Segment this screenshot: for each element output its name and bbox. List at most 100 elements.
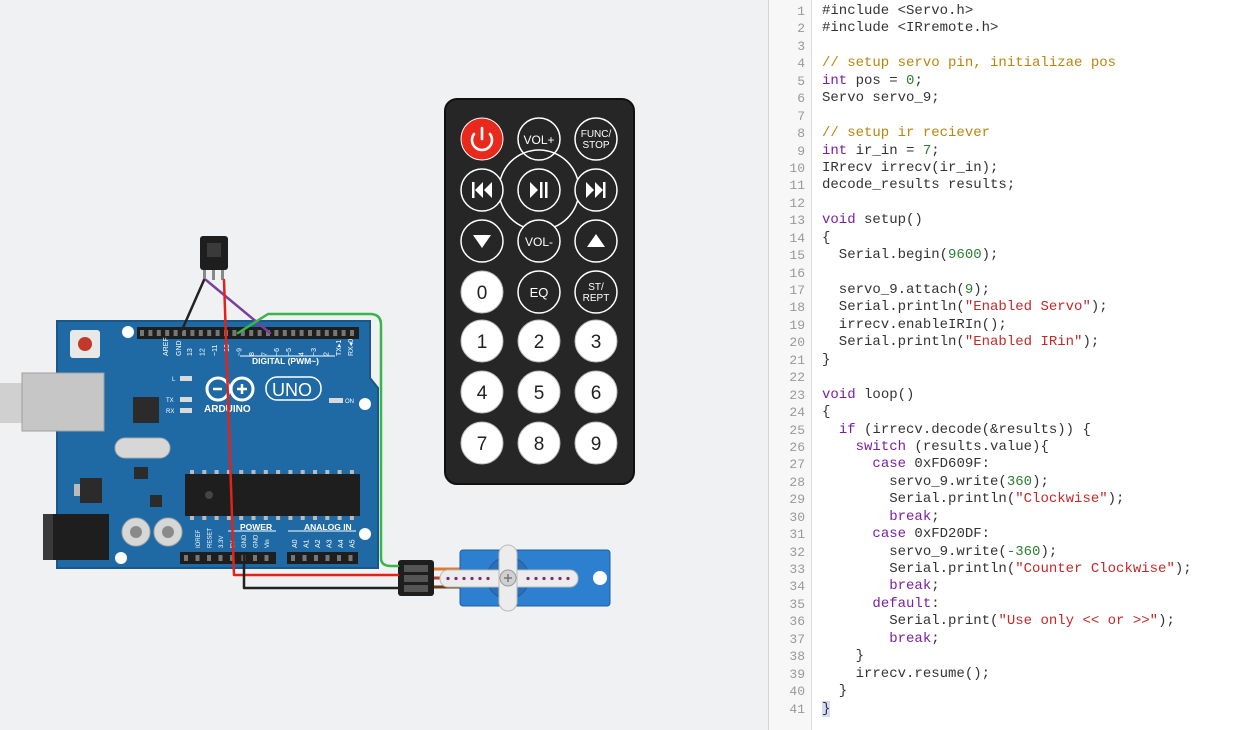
code-text[interactable]: if (irrecv.decode(&results)) { [822, 422, 1091, 439]
header-pin[interactable] [218, 555, 223, 561]
header-pin[interactable] [302, 555, 307, 561]
digit-buttons[interactable]: 1 2 3 4 5 6 7 8 9 [460, 319, 618, 465]
code-text[interactable]: int pos = 0; [822, 73, 923, 90]
code-text[interactable]: } [822, 700, 831, 718]
circuit-canvas[interactable]: AREF GND 13 12 ~11 ~10 ~9 8 7 ~6 ~5 4 ~3 2 TX▸1 RX◂0 … [0, 0, 768, 730]
code-line[interactable]: 15 Serial.begin(9600); [769, 247, 1238, 264]
code-line[interactable]: 23 void loop() [769, 387, 1238, 404]
header-pin[interactable] [291, 555, 295, 561]
code-text[interactable]: #include <Servo.h> [822, 3, 973, 20]
header-pin[interactable] [264, 555, 269, 561]
header-pin[interactable] [165, 330, 170, 336]
code-line[interactable]: 4 // setup servo pin, initializae pos [769, 55, 1238, 72]
ir-remote[interactable]: VOL+ FUNC/STOP VOL- 0 EQ ST/ REPT 1 2 34… [444, 98, 635, 485]
ir-receiver[interactable] [200, 236, 228, 280]
code-text[interactable]: break; [822, 509, 939, 526]
code-line[interactable]: 27 case 0xFD609F: [769, 456, 1238, 473]
code-line[interactable]: 12 [769, 195, 1238, 212]
code-line[interactable]: 18 Serial.println("Enabled Servo"); [769, 299, 1238, 316]
header-pin[interactable] [308, 330, 312, 336]
code-text[interactable]: int ir_in = 7; [822, 143, 940, 160]
header-pin[interactable] [314, 555, 318, 561]
code-text[interactable]: break; [822, 578, 939, 595]
header-pin[interactable] [325, 555, 330, 561]
header-pin[interactable] [257, 330, 262, 336]
header-pin[interactable] [316, 330, 321, 336]
code-line[interactable]: 3 [769, 38, 1238, 55]
code-text[interactable]: case 0xFD20DF: [822, 526, 990, 543]
code-text[interactable]: default: [822, 596, 939, 613]
header-pin[interactable] [350, 330, 354, 336]
code-text[interactable]: Serial.begin(9600); [822, 247, 999, 264]
header-pin[interactable] [253, 555, 257, 561]
code-line[interactable]: 9 int ir_in = 7; [769, 143, 1238, 160]
code-text[interactable]: Servo servo_9; [822, 90, 940, 107]
code-line[interactable]: 30 break; [769, 509, 1238, 526]
code-text[interactable]: Serial.println("Clockwise"); [822, 491, 1124, 508]
header-pin[interactable] [282, 330, 287, 336]
header-pin[interactable] [148, 330, 153, 336]
code-text[interactable]: servo_9.write(360); [822, 474, 1049, 491]
code-line[interactable]: 26 switch (results.value){ [769, 439, 1238, 456]
header-pin[interactable] [337, 555, 341, 561]
code-line[interactable]: 8 // setup ir reciever [769, 125, 1238, 142]
code-line[interactable]: 22 [769, 369, 1238, 386]
code-text[interactable]: void loop() [822, 387, 914, 404]
code-editor[interactable]: 1 #include <Servo.h> 2 #include <IRremote.h… [768, 0, 1238, 730]
code-text[interactable]: case 0xFD609F: [822, 456, 990, 473]
servo-motor[interactable] [398, 544, 611, 612]
code-line[interactable]: 25 if (irrecv.decode(&results)) { [769, 422, 1238, 439]
code-line[interactable]: 17 servo_9.attach(9); [769, 282, 1238, 299]
header-pin[interactable] [299, 330, 304, 336]
header-pin[interactable] [249, 330, 254, 336]
header-pin[interactable] [333, 330, 338, 336]
remote-play-pause-button[interactable] [517, 168, 561, 212]
code-line[interactable]: 35 default: [769, 596, 1238, 613]
code-line[interactable]: 2 #include <IRremote.h> [769, 20, 1238, 37]
code-text[interactable]: Serial.println("Enabled IRin"); [822, 334, 1099, 351]
code-text[interactable]: irrecv.resume(); [822, 666, 990, 683]
code-line[interactable]: 36 Serial.print("Use only << or >>"); [769, 613, 1238, 630]
code-line[interactable]: 6 Servo servo_9; [769, 90, 1238, 107]
code-text[interactable]: Serial.println("Enabled Servo"); [822, 299, 1108, 316]
code-text[interactable]: // setup ir reciever [822, 125, 990, 142]
code-line[interactable]: 28 servo_9.write(360); [769, 474, 1238, 491]
code-text[interactable]: servo_9.attach(9); [822, 282, 990, 299]
code-line[interactable]: 14 { [769, 230, 1238, 247]
code-line[interactable]: 32 servo_9.write(-360); [769, 544, 1238, 561]
code-text[interactable]: Serial.print("Use only << or >>"); [822, 613, 1175, 630]
code-line[interactable]: 41} [769, 700, 1238, 718]
header-pin[interactable] [195, 555, 200, 561]
code-line[interactable]: 1 #include <Servo.h> [769, 3, 1238, 20]
header-pin[interactable] [291, 330, 296, 336]
code-text[interactable]: { [822, 404, 830, 421]
header-pin[interactable] [348, 555, 353, 561]
code-text[interactable]: decode_results results; [822, 177, 1015, 194]
code-text[interactable]: IRrecv irrecv(ir_in); [822, 160, 998, 177]
code-text[interactable]: switch (results.value){ [822, 439, 1049, 456]
code-line[interactable]: 10 IRrecv irrecv(ir_in); [769, 160, 1238, 177]
code-line[interactable]: 31 case 0xFD20DF: [769, 526, 1238, 543]
header-pin[interactable] [190, 330, 195, 336]
header-pin[interactable] [156, 330, 161, 336]
header-pin[interactable] [207, 330, 212, 336]
header-pin[interactable] [140, 330, 144, 336]
header-pin[interactable] [198, 330, 203, 336]
code-text[interactable]: } [822, 352, 830, 369]
header-pin[interactable] [274, 330, 279, 336]
header-pin[interactable] [232, 330, 237, 336]
code-text[interactable]: #include <IRremote.h> [822, 20, 998, 37]
code-line[interactable]: 38 } [769, 648, 1238, 665]
code-line[interactable]: 13 void setup() [769, 212, 1238, 229]
arduino-board[interactable]: AREF GND 13 12 ~11 ~10 ~9 8 7 ~6 ~5 4 ~3 2 TX▸1 RX◂0 … [0, 320, 379, 569]
code-line[interactable]: 37 break; [769, 631, 1238, 648]
header-pin[interactable] [341, 330, 346, 336]
code-text[interactable]: Serial.println("Counter Clockwise"); [822, 561, 1191, 578]
code-line[interactable]: 7 [769, 108, 1238, 125]
code-text[interactable]: } [822, 648, 864, 665]
code-text[interactable]: { [822, 230, 830, 247]
code-line[interactable]: 39 irrecv.resume(); [769, 666, 1238, 683]
code-line[interactable]: 11 decode_results results; [769, 177, 1238, 194]
code-area[interactable]: 1 #include <Servo.h> 2 #include <IRremote.h… [769, 3, 1238, 718]
code-line[interactable]: 33 Serial.println("Counter Clockwise"); [769, 561, 1238, 578]
